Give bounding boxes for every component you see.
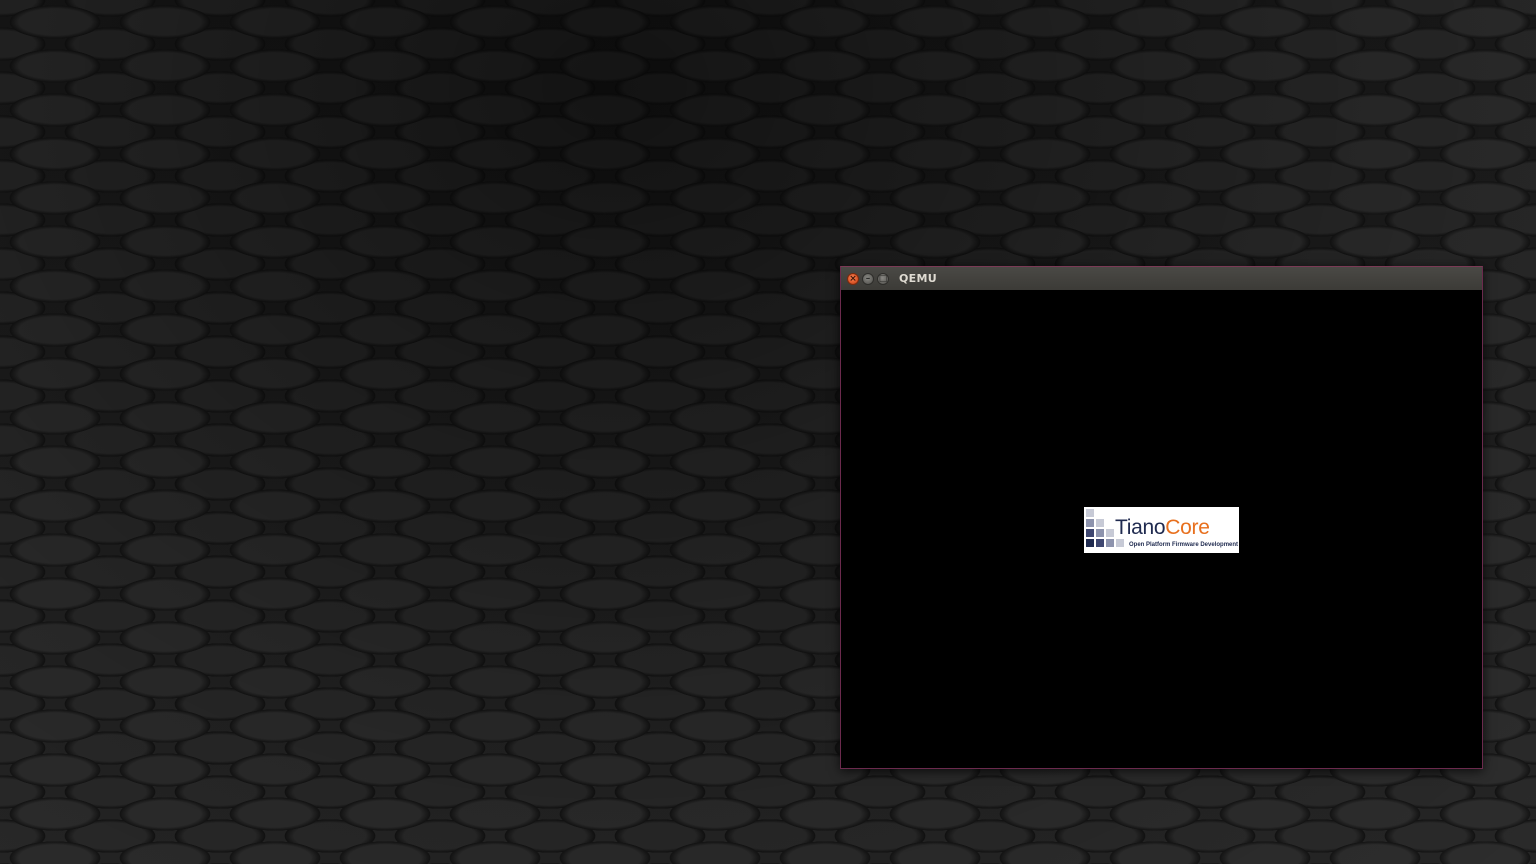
tianocore-logo: TianoCore Open Platform Firmware Develop… <box>1084 507 1239 553</box>
maximize-icon: □ <box>878 273 888 284</box>
vm-display[interactable]: TianoCore Open Platform Firmware Develop… <box>841 290 1482 768</box>
maximize-button[interactable]: □ <box>877 272 889 285</box>
minimize-button[interactable]: – <box>862 272 874 285</box>
window-titlebar[interactable]: × – □ QEMU <box>841 267 1482 290</box>
close-button[interactable]: × <box>847 272 859 285</box>
window-title: QEMU <box>899 272 937 285</box>
close-icon: × <box>849 273 857 284</box>
minimize-icon: – <box>865 273 871 284</box>
logo-wordmark: TianoCore <box>1115 517 1210 539</box>
logo-tagline: Open Platform Firmware Development <box>1129 542 1239 548</box>
qemu-window[interactable]: × – □ QEMU TianoCore Open Platform Firmw… <box>840 266 1483 769</box>
logo-wordmark-core: Core <box>1165 516 1210 539</box>
logo-wordmark-tiano: Tiano <box>1115 516 1166 539</box>
